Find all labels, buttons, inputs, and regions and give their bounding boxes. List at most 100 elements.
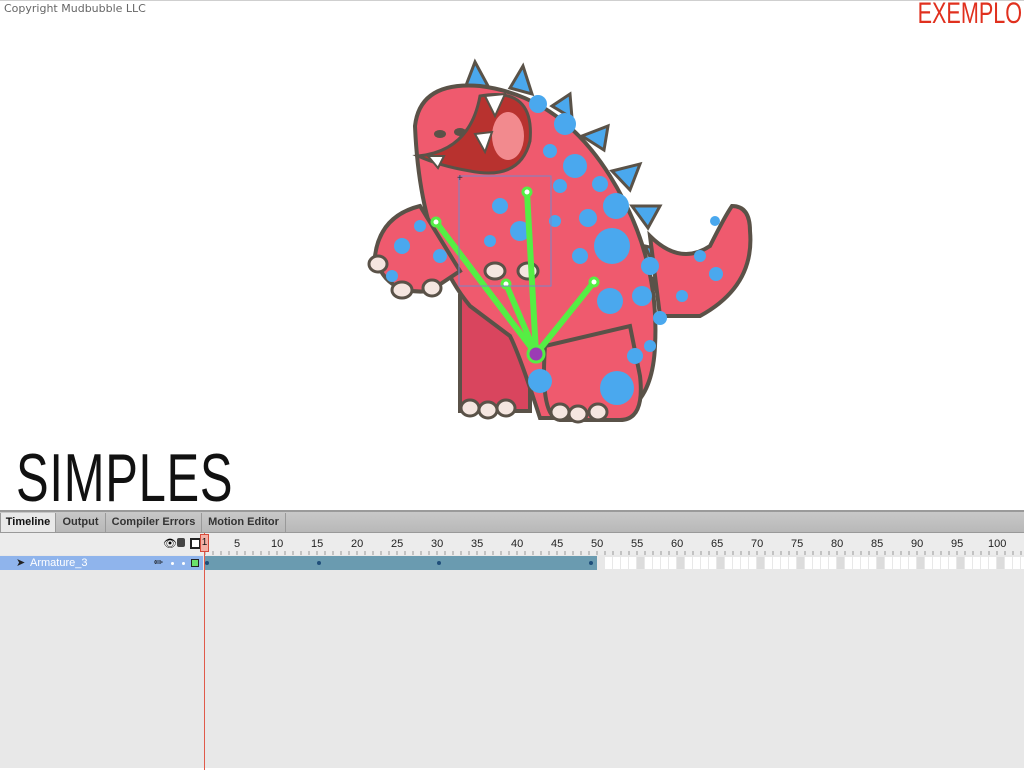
empty-frame-cell: [845, 557, 852, 569]
timeline-panel: Timeline Output Compiler Errors Motion E…: [0, 510, 1024, 770]
empty-frame-cell: [1005, 557, 1012, 569]
frame-number: 90: [911, 538, 924, 550]
visibility-dot[interactable]: [171, 562, 174, 565]
tab-motion-editor[interactable]: Motion Editor: [202, 513, 286, 532]
empty-frame-cell: [861, 557, 868, 569]
empty-frame-cell: [805, 557, 812, 569]
empty-frame-cell: [965, 557, 972, 569]
empty-frame-cell: [669, 557, 676, 569]
empty-frame-cell: [869, 557, 876, 569]
empty-frame-cell: [653, 557, 660, 569]
empty-frame-cell: [685, 557, 692, 569]
copyright-text: Copyright Mudbubble LLC: [4, 2, 146, 15]
empty-frame-cell: [981, 557, 988, 569]
pose-keyframe: [205, 561, 209, 565]
frame-number: 70: [751, 538, 764, 550]
empty-frame-cell: [893, 557, 900, 569]
empty-frame-cell: [757, 557, 764, 569]
frame-number: 25: [391, 538, 404, 550]
empty-frame-cell: [741, 557, 748, 569]
pencil-icon[interactable]: ✏: [154, 556, 163, 570]
empty-frame-cell: [941, 557, 948, 569]
empty-frame-cell: [717, 557, 724, 569]
empty-frame-cell: [693, 557, 700, 569]
empty-frame-cell: [765, 557, 772, 569]
empty-frame-cell: [637, 557, 644, 569]
empty-frame-cell: [885, 557, 892, 569]
empty-frame-cell: [733, 557, 740, 569]
tab-compiler-errors[interactable]: Compiler Errors: [106, 513, 202, 532]
pose-keyframe: [437, 561, 441, 565]
empty-frame-cell: [917, 557, 924, 569]
tab-timeline[interactable]: Timeline: [0, 513, 56, 532]
frame-number: 75: [791, 538, 804, 550]
empty-frame-cell: [821, 557, 828, 569]
frame-number: 10: [271, 538, 284, 550]
playhead[interactable]: 1: [200, 534, 209, 552]
monster-illustration: +: [367, 58, 753, 424]
empty-frame-cell: [749, 557, 756, 569]
empty-frame-cell: [773, 557, 780, 569]
frame-number: 20: [351, 538, 364, 550]
empty-frame-cell: [997, 557, 1004, 569]
playhead-line[interactable]: [204, 533, 205, 770]
frame-number: 80: [831, 538, 844, 550]
frames-track[interactable]: [203, 556, 1024, 570]
empty-frame-cell: [613, 557, 620, 569]
lock-dot[interactable]: [182, 562, 185, 565]
empty-frame-cell: [901, 557, 908, 569]
empty-frame-cell: [621, 557, 628, 569]
slide-title: SIMPLES: [16, 440, 234, 516]
empty-frame-cell: [949, 557, 956, 569]
empty-frame-cell: [853, 557, 860, 569]
empty-frame-cell: [925, 557, 932, 569]
pose-keyframe: [589, 561, 593, 565]
frame-number: 55: [631, 538, 644, 550]
stage: Copyright Mudbubble LLC EXEMPLO + SIMPLE…: [0, 0, 1024, 516]
empty-frame-cell: [781, 557, 788, 569]
frame-number: 30: [431, 538, 444, 550]
frame-number: 40: [511, 538, 524, 550]
frame-number: 85: [871, 538, 884, 550]
empty-frame-cell: [829, 557, 836, 569]
empty-frame-cell: [877, 557, 884, 569]
frame-number: 50: [591, 538, 604, 550]
empty-frame-cell: [725, 557, 732, 569]
frame-number: 100: [988, 538, 1007, 550]
empty-frame-cell: [629, 557, 636, 569]
empty-frame-cell: [813, 557, 820, 569]
frame-number: 5: [234, 538, 241, 550]
frame-number: 35: [471, 538, 484, 550]
slide-label: EXEMPLO: [917, 0, 1022, 30]
empty-frame-cell: [1013, 557, 1020, 569]
empty-frame-cell: [789, 557, 796, 569]
frame-number: 65: [711, 538, 724, 550]
empty-frame-cell: [709, 557, 716, 569]
pose-keyframe: [317, 561, 321, 565]
tab-output[interactable]: Output: [56, 513, 106, 532]
empty-frame-cell: [605, 557, 612, 569]
pose-span: [205, 556, 597, 570]
layer-name[interactable]: Armature_3: [30, 556, 87, 570]
layer-row-armature[interactable]: ➤ Armature_3 ✏: [0, 556, 203, 570]
panel-tabs: Timeline Output Compiler Errors Motion E…: [0, 512, 1024, 533]
empty-frame-cell: [645, 557, 652, 569]
svg-text:+: +: [457, 173, 463, 184]
armature-icon: ➤: [16, 557, 26, 569]
empty-frame-cell: [989, 557, 996, 569]
empty-frame-cell: [973, 557, 980, 569]
empty-frame-cell: [957, 557, 964, 569]
empty-frame-cell: [909, 557, 916, 569]
empty-frame-cell: [797, 557, 804, 569]
frame-number: 45: [551, 538, 564, 550]
frame-ruler[interactable]: 5 10 15 20 25 30 35 40 45 50 55 60 65 70 75 80 85 90 95 100: [0, 533, 1024, 555]
empty-frame-cell: [701, 557, 708, 569]
empty-frame-cell: [661, 557, 668, 569]
empty-frame-cell: [677, 557, 684, 569]
frame-number: 15: [311, 538, 324, 550]
empty-frame-cell: [933, 557, 940, 569]
outline-swatch[interactable]: [191, 559, 199, 567]
empty-frame-cell: [837, 557, 844, 569]
frame-number: 95: [951, 538, 964, 550]
frame-number: 60: [671, 538, 684, 550]
